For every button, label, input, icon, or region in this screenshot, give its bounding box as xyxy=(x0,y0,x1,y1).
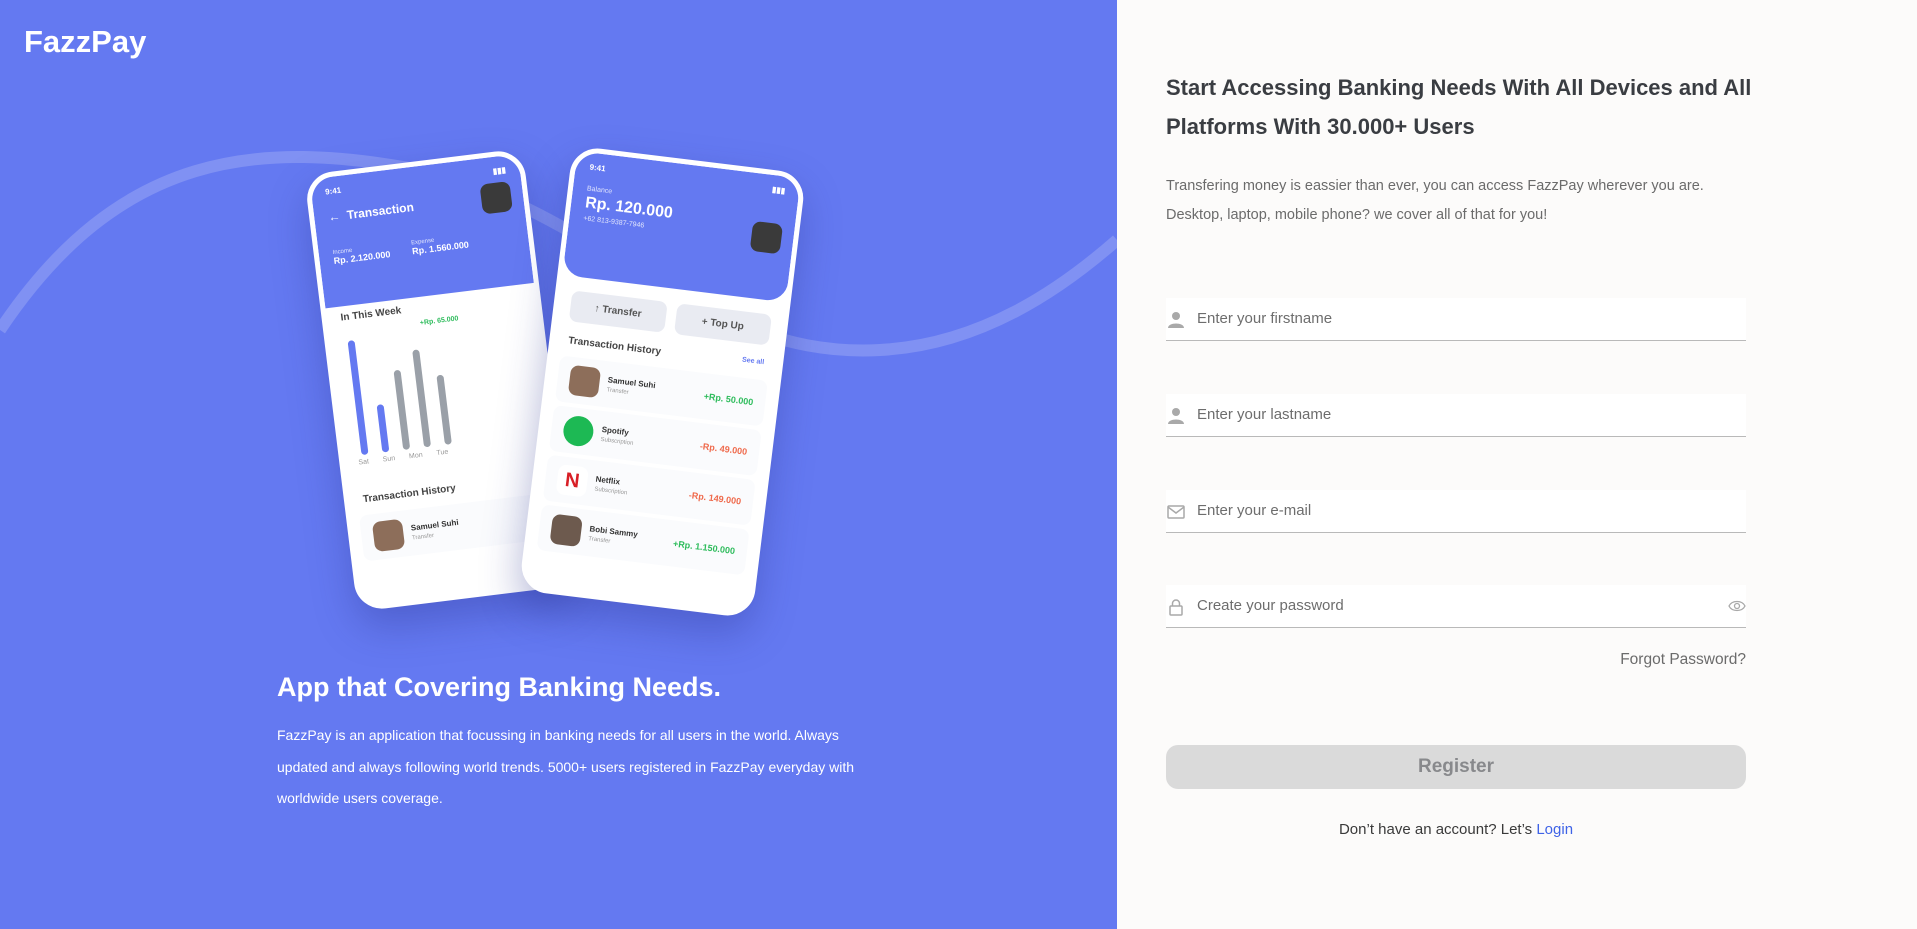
hero-panel: FazzPay 9:41 ▮▮▮ ← Transaction Income Rp. … xyxy=(0,0,1117,929)
avatar xyxy=(371,518,406,553)
forgot-password-link[interactable]: Forgot Password? xyxy=(1620,651,1746,669)
transaction-amount: +Rp. 50.000 xyxy=(703,391,754,408)
hero-description: FazzPay is an application that focussing… xyxy=(277,727,855,806)
plus-icon: + xyxy=(701,316,709,329)
password-field xyxy=(1166,585,1746,628)
status-time: 9:41 xyxy=(589,162,607,174)
mail-icon xyxy=(1167,505,1185,519)
lastname-field xyxy=(1166,394,1746,437)
firstname-input[interactable] xyxy=(1197,298,1717,339)
register-panel: Start Accessing Banking Needs With All D… xyxy=(1117,0,1917,929)
transfer-button: ↑ Transfer xyxy=(568,290,668,333)
bar-mon xyxy=(393,369,411,450)
phone-title: Transaction xyxy=(346,199,415,223)
status-time: 9:41 xyxy=(324,185,342,197)
email-input[interactable] xyxy=(1197,490,1717,531)
avatar xyxy=(479,181,513,215)
bar-tue xyxy=(412,349,432,448)
hero-title: App that Covering Banking Needs. xyxy=(277,672,722,702)
login-prompt: Don’t have an account? Let’s Login xyxy=(1338,821,1574,838)
bar-sun xyxy=(376,404,390,453)
spotify-icon xyxy=(561,414,596,448)
phone-header: 9:41 ▮▮▮ ← Transaction Income Rp. 2.120.00… xyxy=(309,153,534,309)
history-label: Transaction History xyxy=(567,335,662,358)
income-summary: Income Rp. 2.120.000 xyxy=(332,247,391,267)
back-arrow-icon: ← xyxy=(327,208,342,225)
top-up-button: + Top Up xyxy=(673,303,773,346)
battery-icon: ▮▮▮ xyxy=(771,184,786,196)
user-icon xyxy=(1168,312,1184,328)
user-icon xyxy=(1168,408,1184,424)
form-description: Transfering money is eassier than ever, … xyxy=(1166,178,1704,223)
form-title: Start Accessing Banking Needs With All D… xyxy=(1166,75,1752,139)
email-field xyxy=(1166,490,1746,533)
lastname-input[interactable] xyxy=(1197,394,1717,435)
bar-sat xyxy=(347,340,369,456)
avatar xyxy=(567,364,602,399)
transaction-amount: -Rp. 49.000 xyxy=(699,441,748,457)
register-button[interactable]: Register xyxy=(1166,745,1746,789)
firstname-field xyxy=(1166,298,1746,341)
brand-logo[interactable]: FazzPay xyxy=(24,24,146,60)
netflix-icon: N xyxy=(555,464,590,498)
bar-wed xyxy=(436,374,452,445)
avatar xyxy=(549,513,583,548)
transaction-amount: -Rp. 149.000 xyxy=(688,490,742,507)
eye-icon[interactable] xyxy=(1728,599,1746,613)
battery-icon: ▮▮▮ xyxy=(492,165,507,176)
password-input[interactable] xyxy=(1197,585,1717,626)
lock-icon xyxy=(1169,599,1183,616)
avatar xyxy=(749,220,784,255)
expense-summary: Expense Rp. 1.560.000 xyxy=(410,237,470,257)
login-link[interactable]: Login xyxy=(1536,821,1573,838)
transaction-amount: +Rp. 1.150.000 xyxy=(672,538,736,557)
arrow-up-icon: ↑ xyxy=(593,303,601,315)
see-all-link: See all xyxy=(741,356,765,367)
